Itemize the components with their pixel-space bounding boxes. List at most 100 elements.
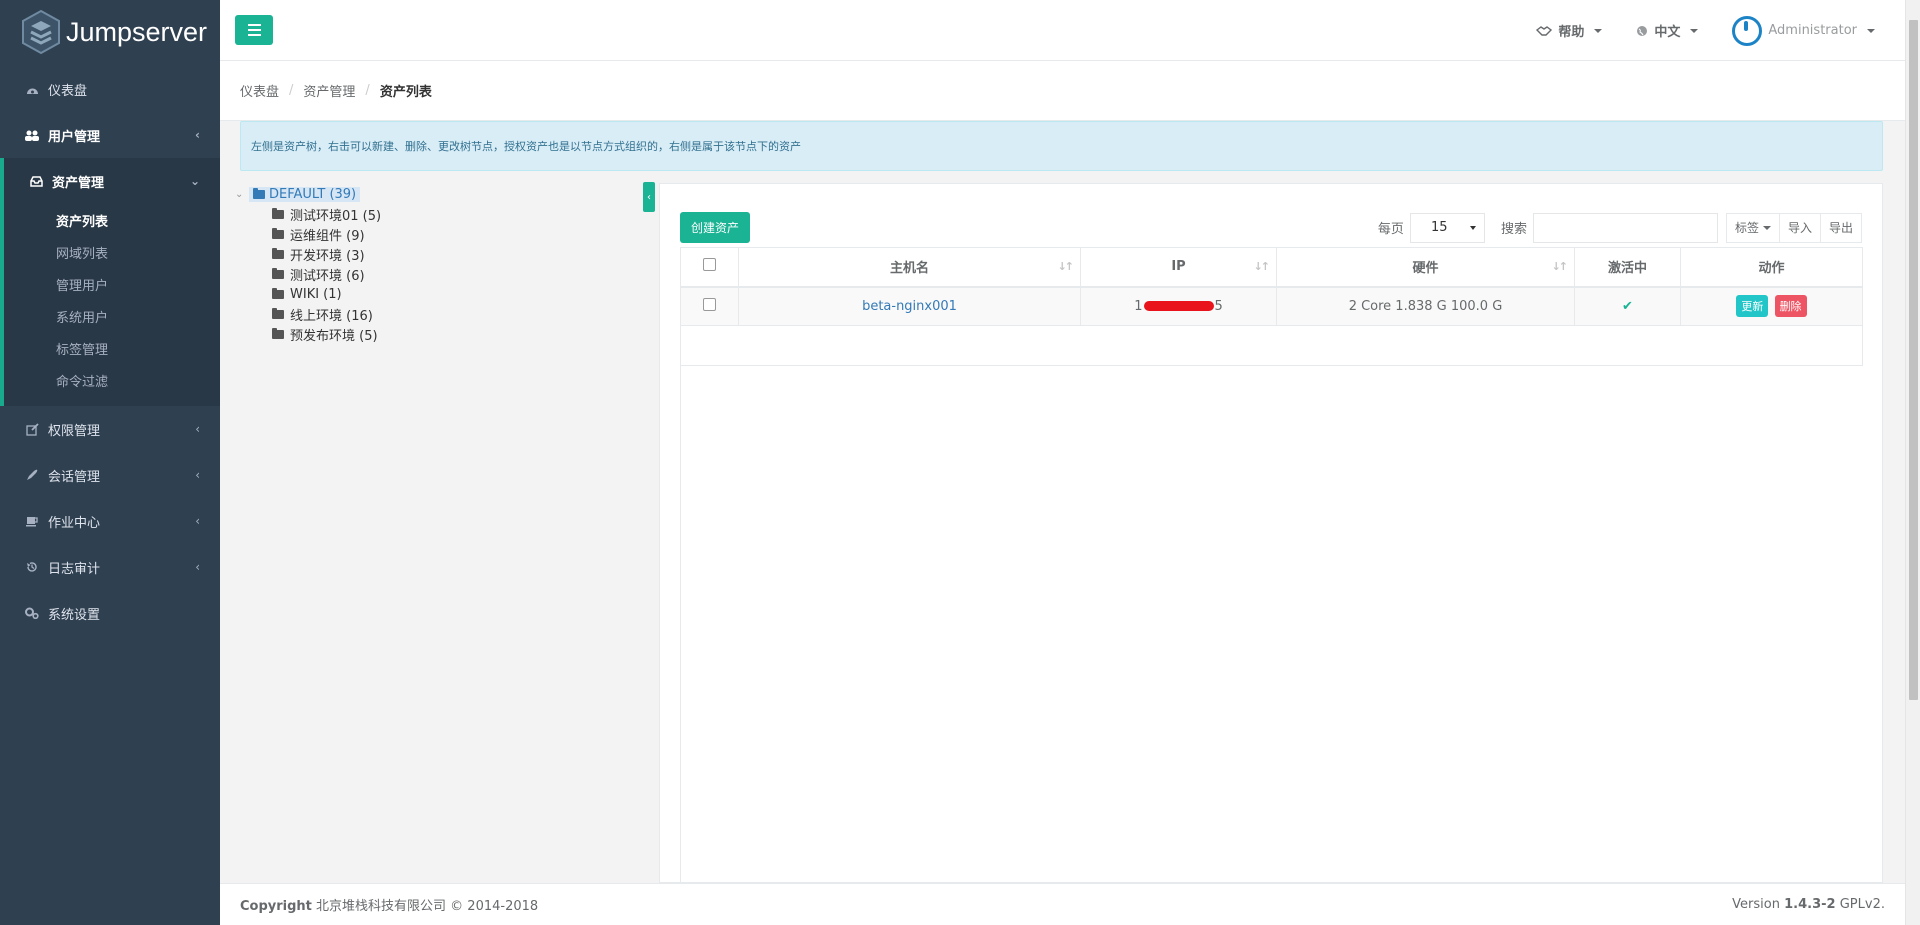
sidebar-item-label: 仪表盘 [48,83,88,99]
create-asset-button[interactable]: 创建资产 [680,212,750,243]
column-header-ip[interactable]: IP ↓↑ [1080,247,1277,288]
tree-node-label: WIKI (1) [290,286,342,302]
folder-icon [272,327,284,339]
search-input[interactable] [1532,212,1718,243]
sidebar-item-label: 用户管理 [48,129,101,145]
per-page-select[interactable]: 15 [1409,212,1485,243]
sidebar-group-assets: 资产管理 ⌄ 资产列表 网域列表 管理用户 系统用户 标签管理 命令过滤 [0,158,220,406]
export-button[interactable]: 导出 [1819,212,1862,243]
language-label: 中文 [1654,25,1681,40]
caret-down-icon [1867,28,1875,33]
chevron-left-icon: ‹ [195,560,200,574]
chevron-down-icon[interactable]: ⌄ [235,189,249,200]
top-navbar: 帮助 中文 Administrator [220,0,1905,61]
sidebar-item-label: 系统设置 [48,607,101,623]
tree-node-label: 开发环境 (3) [290,248,365,264]
version: Version 1.4.3-2 GPLv2. [1732,897,1885,912]
search-label: 搜索 [1500,222,1527,237]
sidebar-item-jobs[interactable]: 作业中心 ‹ [0,498,220,544]
per-page-label: 每页 [1377,222,1404,237]
tree-node[interactable]: 开发环境 (3) [235,244,635,264]
tags-dropdown-button[interactable]: 标签 [1725,212,1780,243]
redaction-mark [1143,301,1214,312]
folder-open-icon [253,187,265,199]
sidebar-item-users[interactable]: 用户管理 ‹ [0,112,220,158]
update-button[interactable]: 更新 [1736,295,1769,318]
breadcrumb-dashboard[interactable]: 仪表盘 [240,81,279,100]
sidebar-subitem-domain-list[interactable]: 网域列表 [4,236,220,268]
folder-icon [272,247,284,259]
menu-toggle-button[interactable] [235,15,273,45]
handshake-icon [1536,25,1553,36]
tree-node[interactable]: 线上环境 (16) [235,304,635,324]
collapse-tree-button[interactable]: ‹ [643,182,655,212]
tree-node[interactable]: 测试环境01 (5) [235,204,635,224]
globe-icon [1637,25,1648,36]
user-dropdown[interactable]: Administrator [1732,15,1875,46]
tree-node[interactable]: 运维组件 (9) [235,224,635,244]
chevron-down-icon: ⌄ [189,174,200,188]
sidebar-subitem-admin-users[interactable]: 管理用户 [4,268,220,300]
users-icon [25,128,39,142]
select-all-checkbox[interactable] [703,258,716,272]
breadcrumb-asset-list: 资产列表 [379,85,432,100]
dashboard-icon [25,82,39,96]
folder-icon [272,207,284,219]
sidebar-subitem-labels[interactable]: 标签管理 [4,332,220,364]
tree-node[interactable]: 测试环境 (6) [235,264,635,284]
chevron-left-icon: ‹ [195,468,200,482]
sidebar-item-settings[interactable]: 系统设置 [0,590,220,636]
language-dropdown[interactable]: 中文 [1636,21,1699,40]
tree-node-root[interactable]: ⌄ DEFAULT (39) [235,184,635,204]
column-header-active: 激活中 [1574,247,1681,288]
caret-down-icon [1469,225,1476,230]
sidebar-item-audit[interactable]: 日志审计 ‹ [0,544,220,590]
scrollbar[interactable] [1905,0,1920,925]
chevron-left-icon: ‹ [195,128,200,142]
sidebar-item-label: 作业中心 [48,515,101,531]
inbox-icon [29,174,43,188]
sidebar-item-label: 资产管理 [52,175,105,191]
table-row: beta-nginx001 15 2 Core 1.838 G 100.0 G … [680,286,1863,326]
folder-icon [272,287,284,299]
folder-icon [272,307,284,319]
folder-icon [272,227,284,239]
copyright: Copyright 北京堆栈科技有限公司 © 2014-2018 [240,899,539,914]
caret-down-icon [1762,225,1771,230]
sidebar-subitem-command-filter[interactable]: 命令过滤 [4,364,220,396]
sidebar-subitem-asset-list[interactable]: 资产列表 [4,204,220,236]
sidebar-item-sessions[interactable]: 会话管理 ‹ [0,452,220,498]
hostname-link[interactable]: beta-nginx001 [862,299,957,314]
column-header-hostname[interactable]: 主机名 ↓↑ [738,247,1081,288]
hardware-cell: 2 Core 1.838 G 100.0 G [1276,286,1575,326]
column-header-hardware[interactable]: 硬件 ↓↑ [1276,247,1575,288]
sidebar: Jumpserver 仪表盘 用户管理 ‹ 资产管理 ⌄ 资产列表 网域列表 管… [0,0,220,925]
scrollbar-thumb[interactable] [1909,20,1918,700]
chevron-left-icon: ‹ [195,422,200,436]
tree-node[interactable]: WIKI (1) [235,284,635,304]
delete-button[interactable]: 删除 [1774,295,1807,318]
jumpserver-logo-icon [22,9,60,55]
sidebar-item-label: 日志审计 [48,561,101,577]
tree-node-label: 测试环境 (6) [290,268,365,284]
sort-icon: ↓↑ [1253,260,1271,273]
caret-down-icon [1594,28,1603,33]
tree-node-label: 线上环境 (16) [290,308,373,324]
import-button[interactable]: 导入 [1778,212,1821,243]
column-header-actions: 动作 [1680,247,1863,288]
sidebar-subitem-system-users[interactable]: 系统用户 [4,300,220,332]
sidebar-item-assets[interactable]: 资产管理 ⌄ [4,158,220,204]
assets-table: 主机名 ↓↑ IP ↓↑ 硬件 ↓↑ 激活中 动作 beta-nginx001 15 … [680,247,1863,326]
sort-icon: ↓↑ [1551,260,1569,273]
username: Administrator [1768,23,1857,38]
help-dropdown[interactable]: 帮助 [1536,21,1603,40]
edit-icon [25,422,39,436]
sidebar-item-perms[interactable]: 权限管理 ‹ [0,406,220,452]
logo[interactable]: Jumpserver [0,0,220,64]
tree-node-label: 运维组件 (9) [290,228,365,244]
sidebar-item-dashboard[interactable]: 仪表盘 [0,66,220,112]
info-alert: 左侧是资产树，右击可以新建、删除、更改树节点，授权资产也是以节点方式组织的，右侧… [240,121,1883,171]
row-checkbox[interactable] [703,297,716,311]
tree-node[interactable]: 预发布环境 (5) [235,324,635,344]
breadcrumb-assets[interactable]: 资产管理 [303,81,355,100]
